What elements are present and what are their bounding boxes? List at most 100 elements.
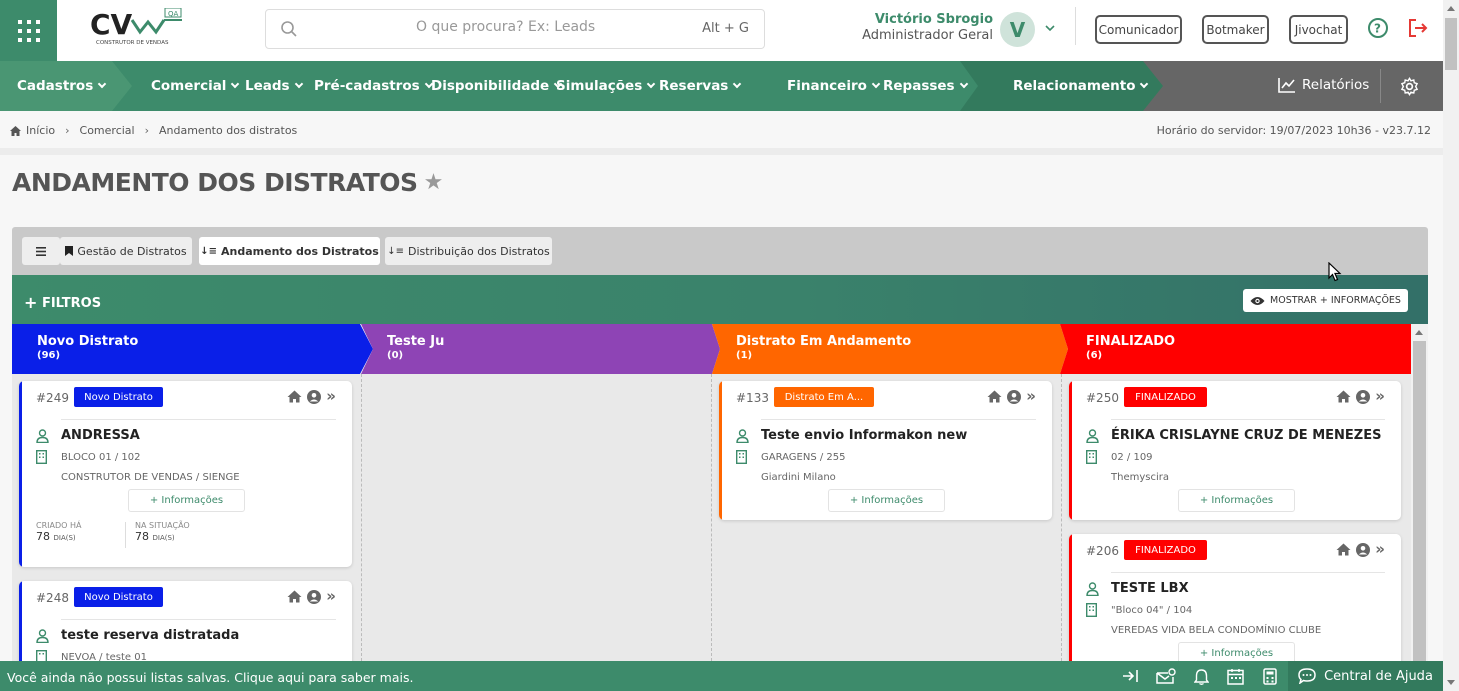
distrato-card[interactable]: #133 Distrato Em A... » Teste envio Info… (719, 381, 1052, 520)
home-icon[interactable] (987, 390, 1002, 403)
home-icon (10, 125, 21, 136)
nav-disponibilidade[interactable]: Disponibilidade (431, 78, 563, 94)
distrato-card[interactable]: #248 Novo Distrato » teste reserva distr… (19, 581, 352, 661)
nav-simulacoes[interactable]: Simulações (556, 78, 656, 94)
nav-relacionamento[interactable]: Relacionamento (1013, 78, 1149, 94)
column-distrato-em-andamento[interactable]: Distrato Em Andamento (1) (711, 324, 1061, 374)
building-icon (36, 650, 47, 661)
logout-icon[interactable] (1407, 17, 1429, 39)
distrato-card[interactable]: #206 FINALIZADO » TESTE LBX "Bloco 04" /… (1069, 534, 1401, 661)
home-icon[interactable] (287, 590, 302, 603)
search-input[interactable] (416, 19, 716, 35)
help-center-button[interactable]: Central de Ajuda (1288, 661, 1443, 691)
search-icon (281, 21, 297, 37)
project-label: Giardini Milano (761, 472, 836, 483)
double-chevron-right-icon[interactable]: » (326, 389, 336, 404)
more-info-button[interactable]: + Informações (1178, 489, 1295, 512)
status-badge: FINALIZADO (1124, 387, 1207, 407)
svg-text:?: ? (1374, 22, 1381, 36)
bottom-bar: Você ainda não possui listas salvas. Cli… (0, 661, 1443, 691)
column-novo-distrato[interactable]: Novo Distrato (96) (12, 324, 362, 374)
client-name: TESTE LBX (1111, 581, 1189, 596)
user-circle-icon[interactable] (307, 589, 322, 604)
chevron-right-icon: › (144, 124, 149, 137)
building-icon (1086, 603, 1097, 617)
jivochat-button[interactable]: Jivochat (1289, 15, 1348, 44)
sign-in-icon[interactable] (1122, 668, 1140, 684)
nav-relatorios[interactable]: Relatórios (1278, 77, 1369, 93)
double-chevron-right-icon[interactable]: » (326, 589, 336, 604)
home-icon[interactable] (1336, 543, 1351, 556)
search-shortcut: Alt + G (702, 21, 749, 36)
board-scrollbar[interactable] (1411, 324, 1428, 661)
page-scrollbar[interactable] (1443, 0, 1459, 691)
double-chevron-right-icon[interactable]: » (1026, 389, 1036, 404)
nav-repasses[interactable]: Repasses (883, 78, 968, 94)
project-label: VEREDAS VIDA BELA CONDOMÍNIO CLUBE (1111, 625, 1322, 636)
distrato-card[interactable]: #249 Novo Distrato » ANDRESSA BLOCO 01 /… (19, 381, 352, 567)
gear-icon[interactable] (1400, 77, 1419, 96)
mouse-cursor-icon (1328, 262, 1342, 282)
double-chevron-right-icon[interactable]: » (1375, 389, 1385, 404)
tab-gestao-distratos[interactable]: Gestão de Distratos (60, 237, 192, 265)
comunicador-button[interactable]: Comunicador (1095, 15, 1182, 44)
mail-notification-icon[interactable] (1156, 668, 1176, 685)
calculator-icon[interactable] (1263, 668, 1277, 685)
home-icon[interactable] (1336, 390, 1351, 403)
nav-comercial[interactable]: Comercial (151, 78, 240, 94)
unit-label: "Bloco 04" / 104 (1111, 605, 1193, 616)
avatar[interactable]: V (1000, 12, 1035, 47)
column-teste-ju[interactable]: Teste Ju (0) (362, 324, 712, 374)
chevron-down-icon[interactable] (1044, 22, 1056, 34)
breadcrumb-inicio[interactable]: Início (26, 124, 55, 137)
status-badge: Novo Distrato (74, 387, 163, 407)
filters-toggle[interactable]: + FILTROS (24, 292, 101, 312)
more-info-button[interactable]: + Informações (128, 489, 245, 512)
more-info-button[interactable]: + Informações (1178, 642, 1295, 661)
more-info-button[interactable]: + Informações (828, 489, 945, 512)
double-chevron-right-icon[interactable]: » (1375, 542, 1385, 557)
user-circle-icon[interactable] (307, 389, 322, 404)
breadcrumb-current: Andamento dos distratos (159, 124, 298, 137)
tab-menu-button[interactable] (22, 237, 60, 265)
user-icon (736, 429, 749, 443)
nav-reservas[interactable]: Reservas (659, 78, 742, 94)
project-label: Themyscira (1111, 472, 1169, 483)
cv-logo[interactable]: CV QA CONSTRUTOR DE VENDAS (88, 7, 188, 48)
tab-andamento-distratos[interactable]: ↓≡ Andamento dos Distratos (199, 237, 380, 265)
calendar-icon[interactable] (1227, 668, 1244, 685)
apps-menu-button[interactable] (0, 0, 57, 61)
tab-distribuicao-distratos[interactable]: ↓≡ Distribuição dos Distratos (385, 237, 552, 265)
botmaker-button[interactable]: Botmaker (1202, 15, 1269, 44)
user-icon (1086, 582, 1099, 596)
breadcrumb-divider (0, 148, 1443, 155)
bell-icon[interactable] (1194, 668, 1209, 685)
nav-pre-cadastros[interactable]: Pré-cadastros (314, 78, 433, 94)
svg-text:CV: CV (90, 8, 133, 41)
distrato-card[interactable]: #250 FINALIZADO » ÉRIKA CRISLAYNE CRUZ D… (1069, 381, 1401, 520)
building-icon (36, 450, 47, 464)
user-circle-icon[interactable] (1356, 542, 1371, 557)
unit-label: BLOCO 01 / 102 (61, 452, 141, 463)
sort-icon: ↓≡ (387, 245, 405, 257)
help-circle-icon[interactable]: ? (1367, 17, 1389, 39)
breadcrumb-comercial[interactable]: Comercial (80, 124, 135, 137)
user-circle-icon[interactable] (1007, 389, 1022, 404)
nav-cadastros[interactable]: Cadastros (17, 78, 107, 94)
nav-financeiro[interactable]: Financeiro (787, 78, 881, 94)
user-info[interactable]: Victório Sbrogio Administrador Geral (860, 12, 993, 43)
user-role: Administrador Geral (862, 28, 993, 43)
user-name: Victório Sbrogio (874, 12, 993, 27)
top-header: CV QA CONSTRUTOR DE VENDAS Alt + G Victó… (0, 0, 1443, 61)
unit-label: 02 / 109 (1111, 452, 1153, 463)
saved-lists-message[interactable]: Você ainda não possui listas salvas. Cli… (7, 670, 413, 685)
nav-leads[interactable]: Leads (245, 78, 303, 94)
column-finalizado[interactable]: FINALIZADO (6) (1061, 324, 1411, 374)
favorite-star-icon[interactable]: ★ (424, 170, 444, 195)
created-stat: CRIADO HÁ 78 DIA(S) (36, 521, 82, 543)
home-icon[interactable] (287, 390, 302, 403)
show-more-info-button[interactable]: MOSTRAR + INFORMAÇÕES (1243, 289, 1408, 312)
user-circle-icon[interactable] (1356, 389, 1371, 404)
global-search[interactable]: Alt + G (265, 9, 765, 49)
status-badge: Novo Distrato (74, 587, 163, 607)
